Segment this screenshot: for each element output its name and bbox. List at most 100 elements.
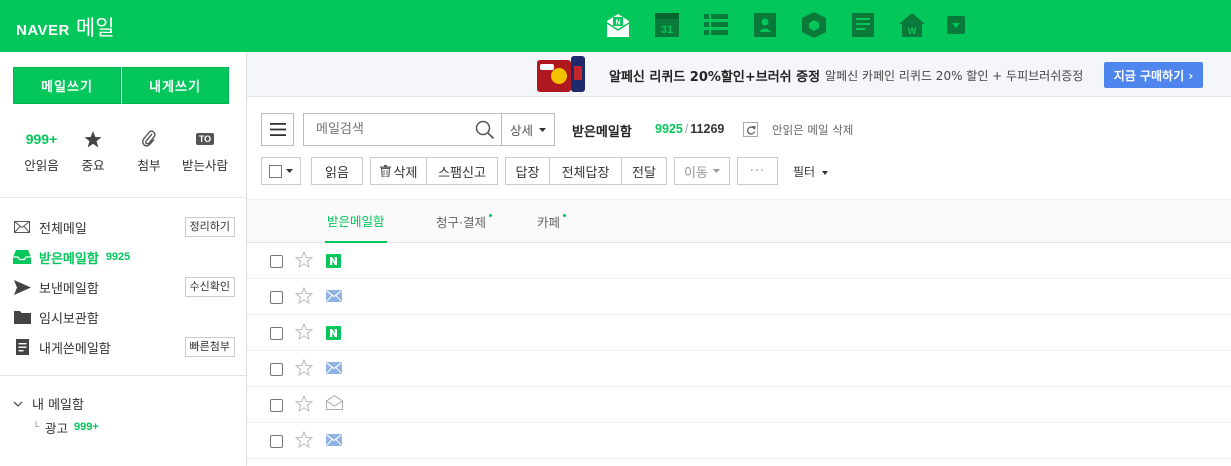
caret-down-icon <box>712 169 720 173</box>
caret-down-icon <box>821 170 828 175</box>
all-mail-label: 전체메일 <box>39 221 87 237</box>
folder-icon <box>13 308 31 326</box>
sidebar-item-all-mail[interactable]: 전체메일 정리하기 <box>13 212 235 242</box>
search-input[interactable] <box>304 122 464 137</box>
star-outline-icon[interactable] <box>294 286 314 308</box>
more-actions-button[interactable]: ··· <box>737 157 778 185</box>
paperclip-icon <box>121 128 177 150</box>
box-app-icon[interactable] <box>800 11 828 39</box>
unread-label: 안읽음 <box>24 158 59 173</box>
inbox-icon <box>13 248 31 266</box>
tab-billing[interactable]: 청구·결제 <box>436 200 492 243</box>
forward-button[interactable]: 전달 <box>621 157 667 185</box>
app-launcher: N 31 W <box>604 11 965 39</box>
row-checkbox[interactable] <box>270 399 283 412</box>
reply-all-button[interactable]: 전체답장 <box>549 157 622 185</box>
sidebar: 메일쓰기 내게쓰기 999+ 안읽음 중요 첨부 TO 받는사람 전체메일 정리… <box>0 52 247 466</box>
hamburger-icon <box>269 123 286 136</box>
star-outline-icon[interactable] <box>294 358 314 380</box>
row-checkbox[interactable] <box>270 363 283 376</box>
reply-button[interactable]: 답장 <box>505 157 550 185</box>
list-app-icon[interactable] <box>702 11 730 39</box>
contacts-app-icon[interactable] <box>751 11 779 39</box>
quick-attach-button[interactable]: 빠른첨부 <box>184 337 235 357</box>
naver-icon <box>326 254 341 272</box>
mail-app-icon[interactable]: N <box>604 11 632 39</box>
star-outline-icon[interactable] <box>294 322 314 344</box>
write-to-self-button[interactable]: 내게쓰기 <box>121 67 229 104</box>
mail-row[interactable] <box>247 243 1231 279</box>
move-label: 이동 <box>684 165 708 181</box>
write-mail-button[interactable]: 메일쓰기 <box>13 67 121 104</box>
quick-important[interactable]: 중요 <box>65 128 121 174</box>
trash-icon <box>379 165 391 177</box>
row-checkbox[interactable] <box>270 255 283 268</box>
calendar-app-icon[interactable]: 31 <box>653 11 681 39</box>
star-icon <box>65 128 121 150</box>
envelope-icon <box>13 218 31 236</box>
tab-cafe[interactable]: 카페 <box>537 200 567 243</box>
memo-app-icon[interactable] <box>849 11 877 39</box>
row-checkbox[interactable] <box>270 435 283 448</box>
advanced-search-button[interactable]: 상세 <box>501 113 555 146</box>
mail-row[interactable] <box>247 423 1231 459</box>
delete-button[interactable]: 삭제 <box>370 157 427 185</box>
more-apps-icon[interactable] <box>947 16 965 34</box>
my-mailbox-toggle[interactable]: 내 메일함 <box>13 392 235 414</box>
delete-label: 삭제 <box>393 165 418 181</box>
ad-banner[interactable]: 알페신 리퀴드 20%할인+브러쉬 증정 알페신 카페인 리퀴드 20% 할인 … <box>247 52 1231 97</box>
unread-count: 999+ <box>25 131 58 147</box>
mail-row[interactable] <box>247 387 1231 423</box>
star-outline-icon[interactable] <box>294 394 314 416</box>
filter-dropdown[interactable]: 필터 <box>793 163 828 180</box>
mail-icon <box>326 290 342 306</box>
quick-attachment[interactable]: 첨부 <box>121 128 177 174</box>
mail-icon <box>326 434 342 450</box>
mail-row[interactable] <box>247 315 1231 351</box>
row-checkbox[interactable] <box>270 291 283 304</box>
caret-down-icon <box>286 169 293 173</box>
sidebar-item-sent[interactable]: 보낸메일함 수신확인 <box>13 272 235 302</box>
new-dot-icon <box>488 214 492 217</box>
sidebar-item-self-mail[interactable]: 내게쓴메일함 빠른첨부 <box>13 332 235 362</box>
row-checkbox[interactable] <box>270 327 283 340</box>
sidebar-item-drafts[interactable]: 임시보관함 <box>13 302 235 332</box>
mailbox-title: 받은메일함 <box>572 125 632 140</box>
select-all-checkbox[interactable] <box>261 157 301 185</box>
important-label: 중요 <box>81 158 105 173</box>
mark-read-button[interactable]: 읽음 <box>311 157 363 185</box>
ads-label: 광고 <box>45 420 69 436</box>
search-icon[interactable] <box>475 120 495 144</box>
move-button[interactable]: 이동 <box>674 157 730 185</box>
buy-now-button[interactable]: 지금 구매하기 › <box>1104 62 1203 88</box>
sidebar-item-ads[interactable]: └ 광고 999+ <box>13 414 235 440</box>
star-outline-icon[interactable] <box>294 430 314 452</box>
menu-button[interactable] <box>261 113 294 146</box>
quick-unread[interactable]: 999+ 안읽음 <box>18 128 65 174</box>
logo-service: 메일 <box>75 16 115 40</box>
open-mail-icon <box>326 395 343 414</box>
my-mailbox-section: 내 메일함 └ 광고 999+ <box>13 392 235 440</box>
naver-mail-logo[interactable]: NAVER 메일 <box>16 12 115 42</box>
chevron-down-icon <box>13 396 23 411</box>
star-outline-icon[interactable] <box>294 250 314 272</box>
inbox-label: 받은메일함 <box>39 251 99 267</box>
sidebar-item-inbox[interactable]: 받은메일함 9925 <box>13 242 235 272</box>
organize-button[interactable]: 정리하기 <box>184 217 235 237</box>
spam-report-button[interactable]: 스팸신고 <box>426 157 498 185</box>
home-app-icon[interactable]: W <box>898 11 926 39</box>
quick-recipient[interactable]: TO 받는사람 <box>177 128 233 174</box>
mail-row[interactable] <box>247 279 1231 315</box>
mail-list <box>247 243 1231 459</box>
to-badge-icon: TO <box>195 133 215 145</box>
write-buttons: 메일쓰기 내게쓰기 <box>13 67 229 104</box>
mail-row[interactable] <box>247 351 1231 387</box>
refresh-icon[interactable] <box>743 122 758 137</box>
mailbox-tabs: 받은메일함 청구·결제 카페 <box>247 199 1231 243</box>
my-mailbox-title: 내 메일함 <box>32 397 84 413</box>
sidebar-divider <box>0 197 246 198</box>
read-receipt-button[interactable]: 수신확인 <box>184 277 235 297</box>
delete-unread-link[interactable]: 안읽은 메일 삭제 <box>772 122 853 138</box>
drafts-label: 임시보관함 <box>39 311 99 327</box>
tab-inbox[interactable]: 받은메일함 <box>325 200 387 243</box>
